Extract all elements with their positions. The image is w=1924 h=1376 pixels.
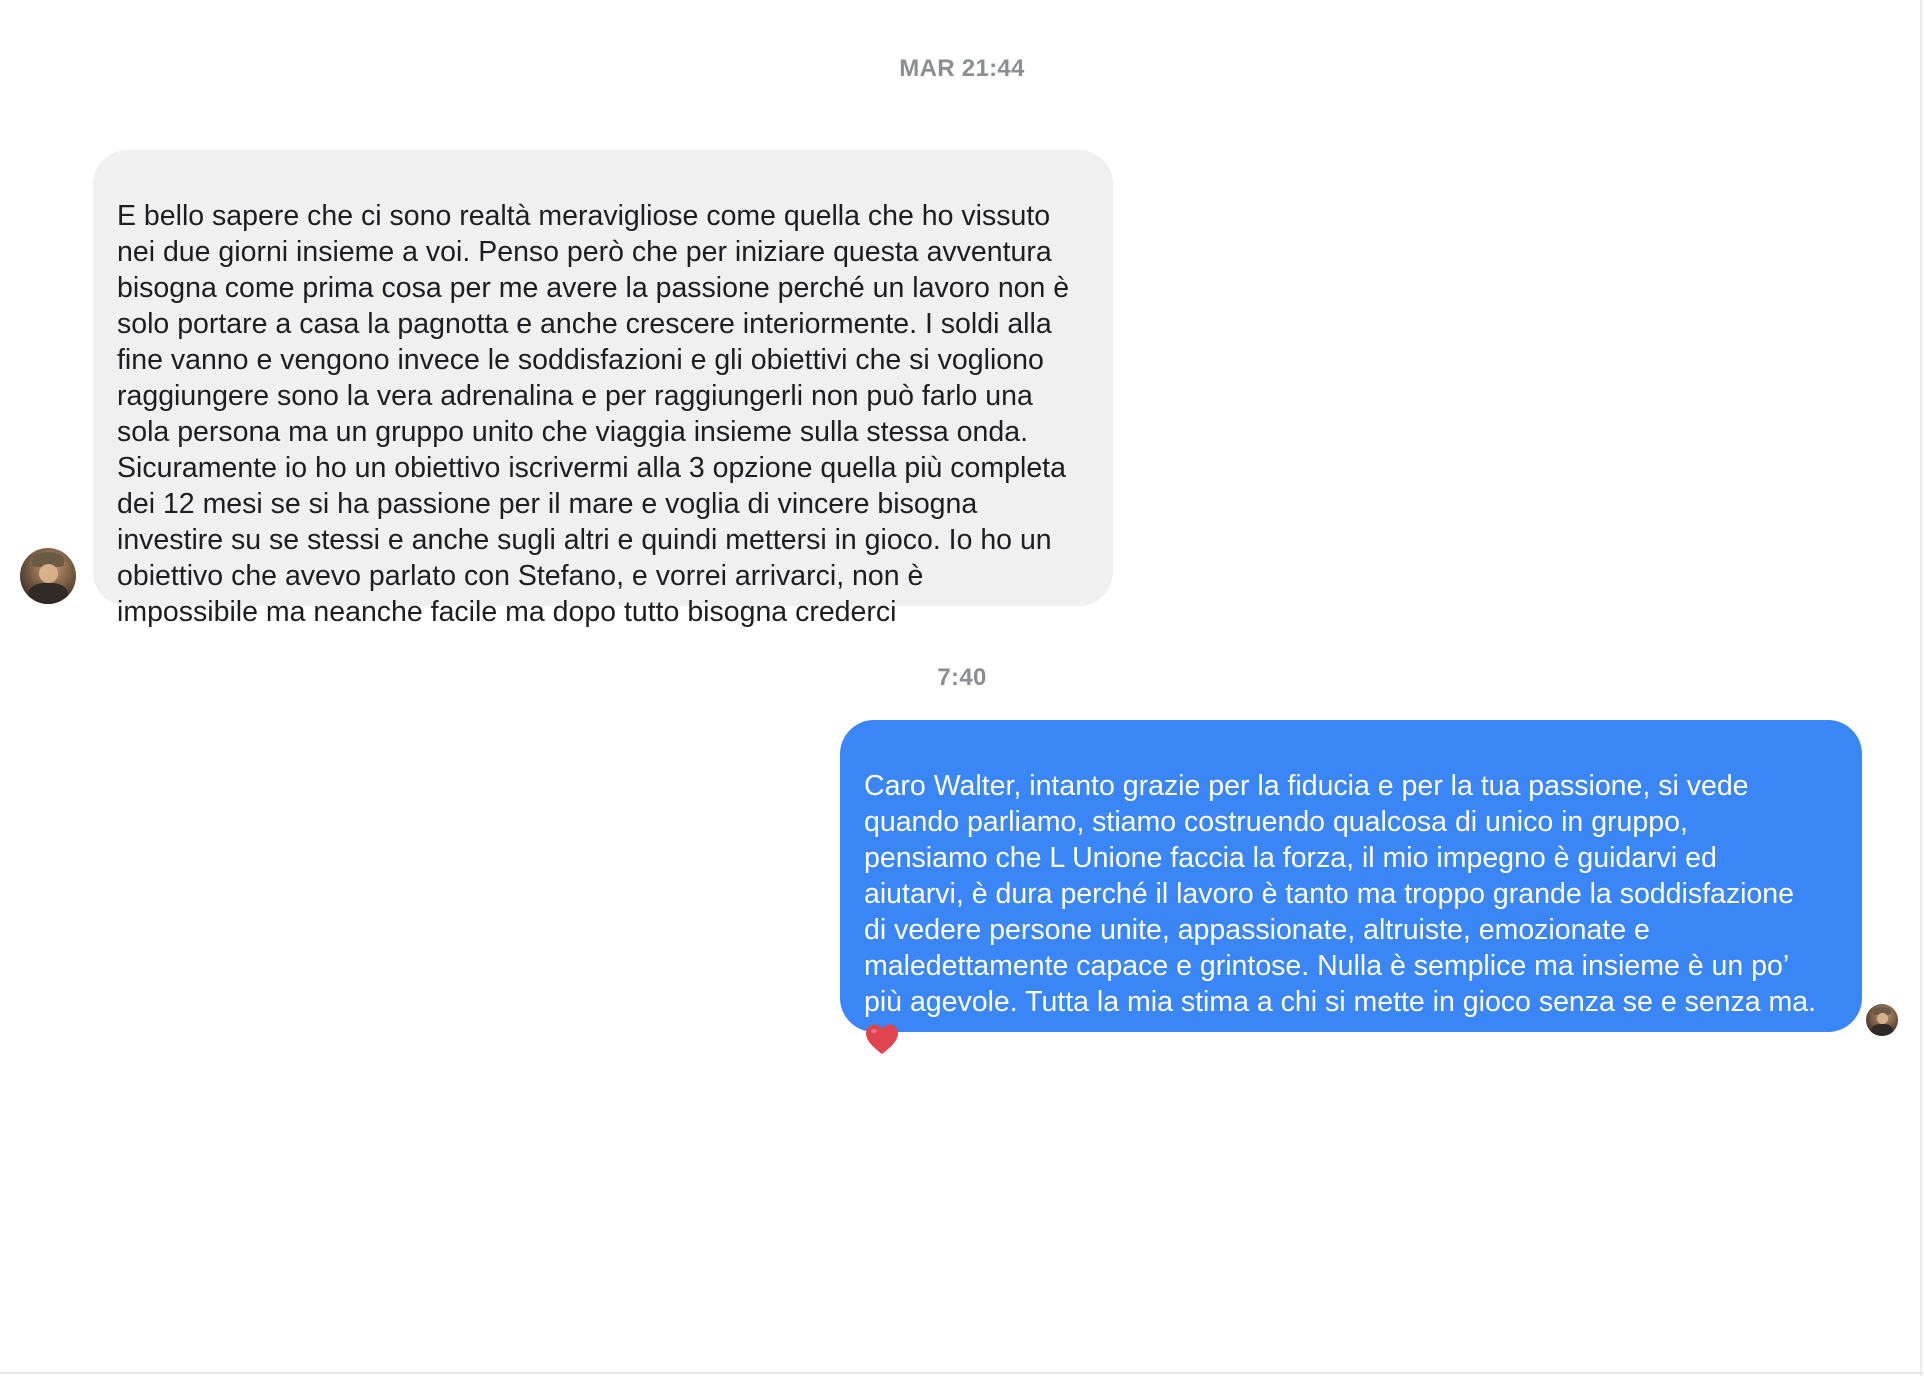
outgoing-message-bubble[interactable]: Caro Walter, intanto grazie per la fiduc… — [840, 720, 1862, 1054]
incoming-message-text: E bello sapere che ci sono realtà meravi… — [117, 200, 1070, 628]
avatar-face — [39, 563, 59, 583]
timestamp: MAR 21:44 — [899, 55, 1025, 82]
avatar-face — [1876, 1012, 1888, 1024]
incoming-message-bubble[interactable]: E bello sapere che ci sono realtà meravi… — [93, 150, 1113, 628]
message-thread: MAR 21:44 E bello sapere che ci sono rea… — [0, 0, 1924, 1376]
heart-icon — [866, 1024, 898, 1054]
avatar-body — [28, 582, 68, 604]
timestamp: 7:40 — [937, 664, 987, 691]
read-receipt-avatar-icon — [1866, 1004, 1898, 1036]
composer-divider — [0, 1372, 1924, 1374]
sender-avatar-icon[interactable] — [20, 548, 76, 604]
outgoing-message-text: Caro Walter, intanto grazie per la fiduc… — [864, 770, 1817, 1018]
avatar-body — [1870, 1023, 1894, 1036]
panel-divider — [1920, 0, 1922, 1376]
